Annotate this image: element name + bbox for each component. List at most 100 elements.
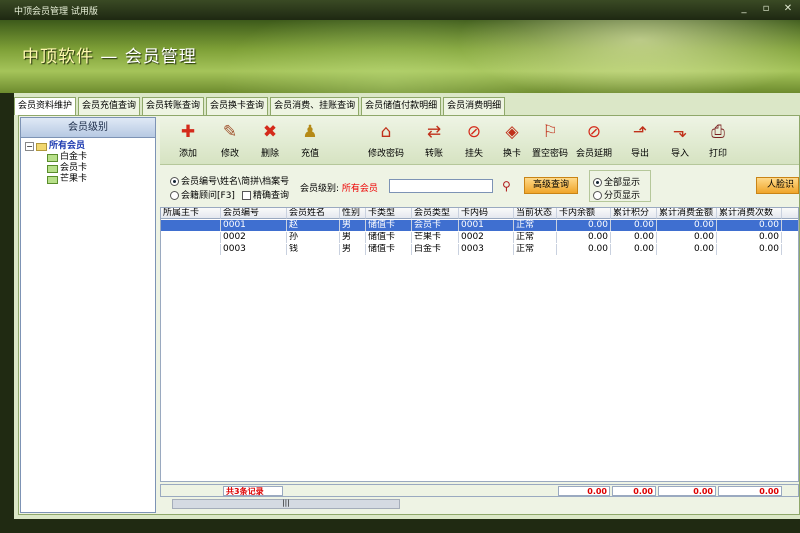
collapse-icon[interactable]: − — [25, 142, 34, 151]
table-cell: 0.00 — [657, 244, 717, 255]
column-header[interactable]: 性别 — [340, 208, 366, 219]
tab-2[interactable]: 会员充值查询 — [78, 97, 141, 115]
table-cell: 0.00 — [717, 220, 782, 231]
footer-total: 0.00 — [718, 486, 782, 496]
member-level-panel: 会员级别 − 所有会员 白金卡 会员卡 芒果卡 — [20, 117, 156, 513]
toolbar-button-label: 打印 — [708, 149, 727, 159]
printer-icon: ⎙ — [711, 122, 725, 142]
column-header[interactable]: 当前状态 — [514, 208, 557, 219]
transfer-icon: ⇄ — [426, 122, 442, 142]
toolbar-button-label: 充值 — [300, 149, 319, 159]
member-level-filter: 会员级别: 所有会员 — [300, 181, 378, 194]
tree-item-member-card[interactable]: 会员卡 — [25, 163, 155, 174]
search-input[interactable] — [389, 179, 493, 193]
column-header[interactable]: 所属主卡 — [161, 208, 221, 219]
column-header[interactable]: 卡类型 — [366, 208, 412, 219]
header-row[interactable]: 所属主卡 会员编号 会员姓名 性别 卡类型 会员类型 卡内码 当前状态 卡内余额 累计积分 累计消费… — [161, 208, 798, 219]
table-cell — [161, 244, 221, 255]
tab-content: 会员级别 − 所有会员 白金卡 会员卡 芒果卡 ✚ 添加 ✎ 修改 ✖ 删除 ♟… — [18, 115, 800, 515]
search-icon[interactable]: ⚲ — [502, 178, 518, 194]
table-cell: 0.00 — [717, 232, 782, 243]
minimize-button[interactable]: _ — [738, 3, 750, 14]
column-header[interactable]: 累计消费次数 — [717, 208, 782, 219]
tab-7[interactable]: 会员消费明细 — [443, 97, 506, 115]
exact-search-option[interactable]: 精确查询 — [242, 188, 289, 201]
table-cell — [161, 220, 221, 231]
deposit-icon: ♟ — [302, 122, 318, 142]
maximize-button[interactable]: ▫ — [760, 3, 772, 14]
toolbar-button-4[interactable]: ♟ 充值 — [288, 121, 332, 163]
column-header[interactable]: 会员类型 — [412, 208, 459, 219]
search-by-advisor-label: 会籍顾问[F3] — [181, 191, 235, 201]
extend-icon: ⊘ — [586, 122, 602, 142]
tree-item-mango-card[interactable]: 芒果卡 — [25, 174, 155, 185]
toolbar-button-5[interactable]: ⌂ 修改密码 — [364, 121, 408, 163]
toolbar-button-3[interactable]: ✖ 删除 — [248, 121, 292, 163]
table-row[interactable]: 0003 钱男储值卡 白金卡 0003 正常 0.00 0.00 0.00 0.00 — [161, 244, 798, 255]
toolbar-button-label: 转账 — [424, 149, 443, 159]
toolbar-button-2[interactable]: ✎ 修改 — [208, 121, 252, 163]
member-grid[interactable]: 所属主卡 会员编号 会员姓名 性别 卡类型 会员类型 卡内码 当前状态 卡内余额 累计积分 累计消费… — [160, 207, 799, 482]
filter-bar: 会员编号\姓名\简拼\档案号 会籍顾问[F3] 精确查询 会员级别: 所有会员 … — [160, 169, 799, 205]
folder-icon — [47, 175, 58, 184]
radio-selected-icon[interactable] — [593, 178, 602, 187]
folder-icon — [47, 164, 58, 173]
toolbar-button-1[interactable]: ✚ 添加 — [166, 121, 210, 163]
show-all-option[interactable]: 全部显示 — [593, 175, 640, 188]
toolbar-button-9[interactable]: ⚐ 置空密码 — [528, 121, 572, 163]
tab-4[interactable]: 会员换卡查询 — [206, 97, 269, 115]
radio-icon[interactable] — [593, 191, 602, 200]
search-by-id-option[interactable]: 会员编号\姓名\简拼\档案号 — [170, 174, 289, 187]
toolbar-button-13[interactable]: ⎙ 打印 — [696, 121, 740, 163]
main-frame: 会员资料维护 会员充值查询 会员转账查询 会员换卡查询 会员消费、挂账查询 会员储值付款明… — [14, 93, 800, 519]
checkbox-icon[interactable] — [242, 191, 251, 200]
column-header[interactable]: 卡内余额 — [557, 208, 611, 219]
table-cell: 0003 — [459, 244, 514, 255]
table-cell: 男 — [340, 232, 366, 243]
toolbar-button-label: 添加 — [178, 149, 197, 159]
table-cell: 芒果卡 — [412, 232, 459, 243]
toolbar-button-6[interactable]: ⇄ 转账 — [412, 121, 456, 163]
tab-3[interactable]: 会员转账查询 — [142, 97, 205, 115]
column-header[interactable]: 卡内码 — [459, 208, 514, 219]
table-cell: 0.00 — [557, 232, 611, 243]
radio-selected-icon[interactable] — [170, 177, 179, 186]
column-header[interactable]: 会员编号 — [221, 208, 287, 219]
member-level-label: 会员级别: — [300, 184, 340, 194]
folder-icon — [36, 142, 47, 151]
tab-1[interactable]: 会员资料维护 — [14, 97, 77, 115]
face-recognition-button[interactable]: 人脸识 — [756, 177, 799, 194]
tree-item-platinum[interactable]: 白金卡 — [25, 152, 155, 163]
search-by-id-label: 会员编号\姓名\简拼\档案号 — [181, 177, 290, 187]
tree-item-all-members[interactable]: − 所有会员 — [25, 141, 155, 152]
brand-title: 中顶软件 — 会员管理 — [22, 42, 197, 67]
toolbar-button-11[interactable]: ⬏ 导出 — [618, 121, 662, 163]
toolbar-button-10[interactable]: ⊘ 会员延期 — [572, 121, 616, 163]
table-cell: 0001 — [221, 220, 287, 231]
radio-icon[interactable] — [170, 191, 179, 200]
table-cell: 0.00 — [557, 244, 611, 255]
table-cell: 储值卡 — [366, 220, 412, 231]
column-header[interactable]: 累计消费金额 — [657, 208, 717, 219]
toolbar: ✚ 添加 ✎ 修改 ✖ 删除 ♟ 充值 ⌂ 修改密码 ⇄ 转账 ⊘ 挂失 ◈ 换卡 ⚐ 置空密码 ⊘ 会员延期 ⬏ 导出 ⬎… — [160, 117, 799, 165]
lock-house-icon: ⌂ — [380, 122, 392, 142]
column-header[interactable]: 会员姓名 — [287, 208, 340, 219]
table-row[interactable]: 0002 孙男储值卡 芒果卡 0002 正常 0.00 0.00 0.00 0.00 — [161, 232, 798, 243]
column-header[interactable]: 累计积分 — [611, 208, 657, 219]
horizontal-scrollbar[interactable]: ||| — [172, 499, 400, 509]
search-by-advisor-option[interactable]: 会籍顾问[F3] — [170, 188, 235, 201]
table-cell: 0002 — [221, 232, 287, 243]
toolbar-button-label: 修改密码 — [367, 149, 404, 159]
wrench-icon: ✎ — [222, 122, 238, 142]
close-button[interactable]: ✕ — [782, 3, 794, 14]
table-cell: 钱 — [287, 244, 340, 255]
advanced-search-button[interactable]: 高级查询 — [524, 177, 578, 194]
paged-option[interactable]: 分页显示 — [593, 188, 640, 201]
member-level-value[interactable]: 所有会员 — [342, 184, 378, 194]
table-row[interactable]: 0001 赵男储值卡 会员卡 0001 正常 0.00 0.00 0.00 0.00 — [161, 220, 798, 231]
grid-footer: 共3条记录 0.00 0.00 0.00 0.00 — [160, 484, 799, 497]
folder-icon — [47, 153, 58, 162]
toolbar-button-label: 置空密码 — [531, 149, 568, 159]
tab-5[interactable]: 会员消费、挂账查询 — [270, 97, 360, 115]
tab-6[interactable]: 会员储值付款明细 — [361, 97, 442, 115]
